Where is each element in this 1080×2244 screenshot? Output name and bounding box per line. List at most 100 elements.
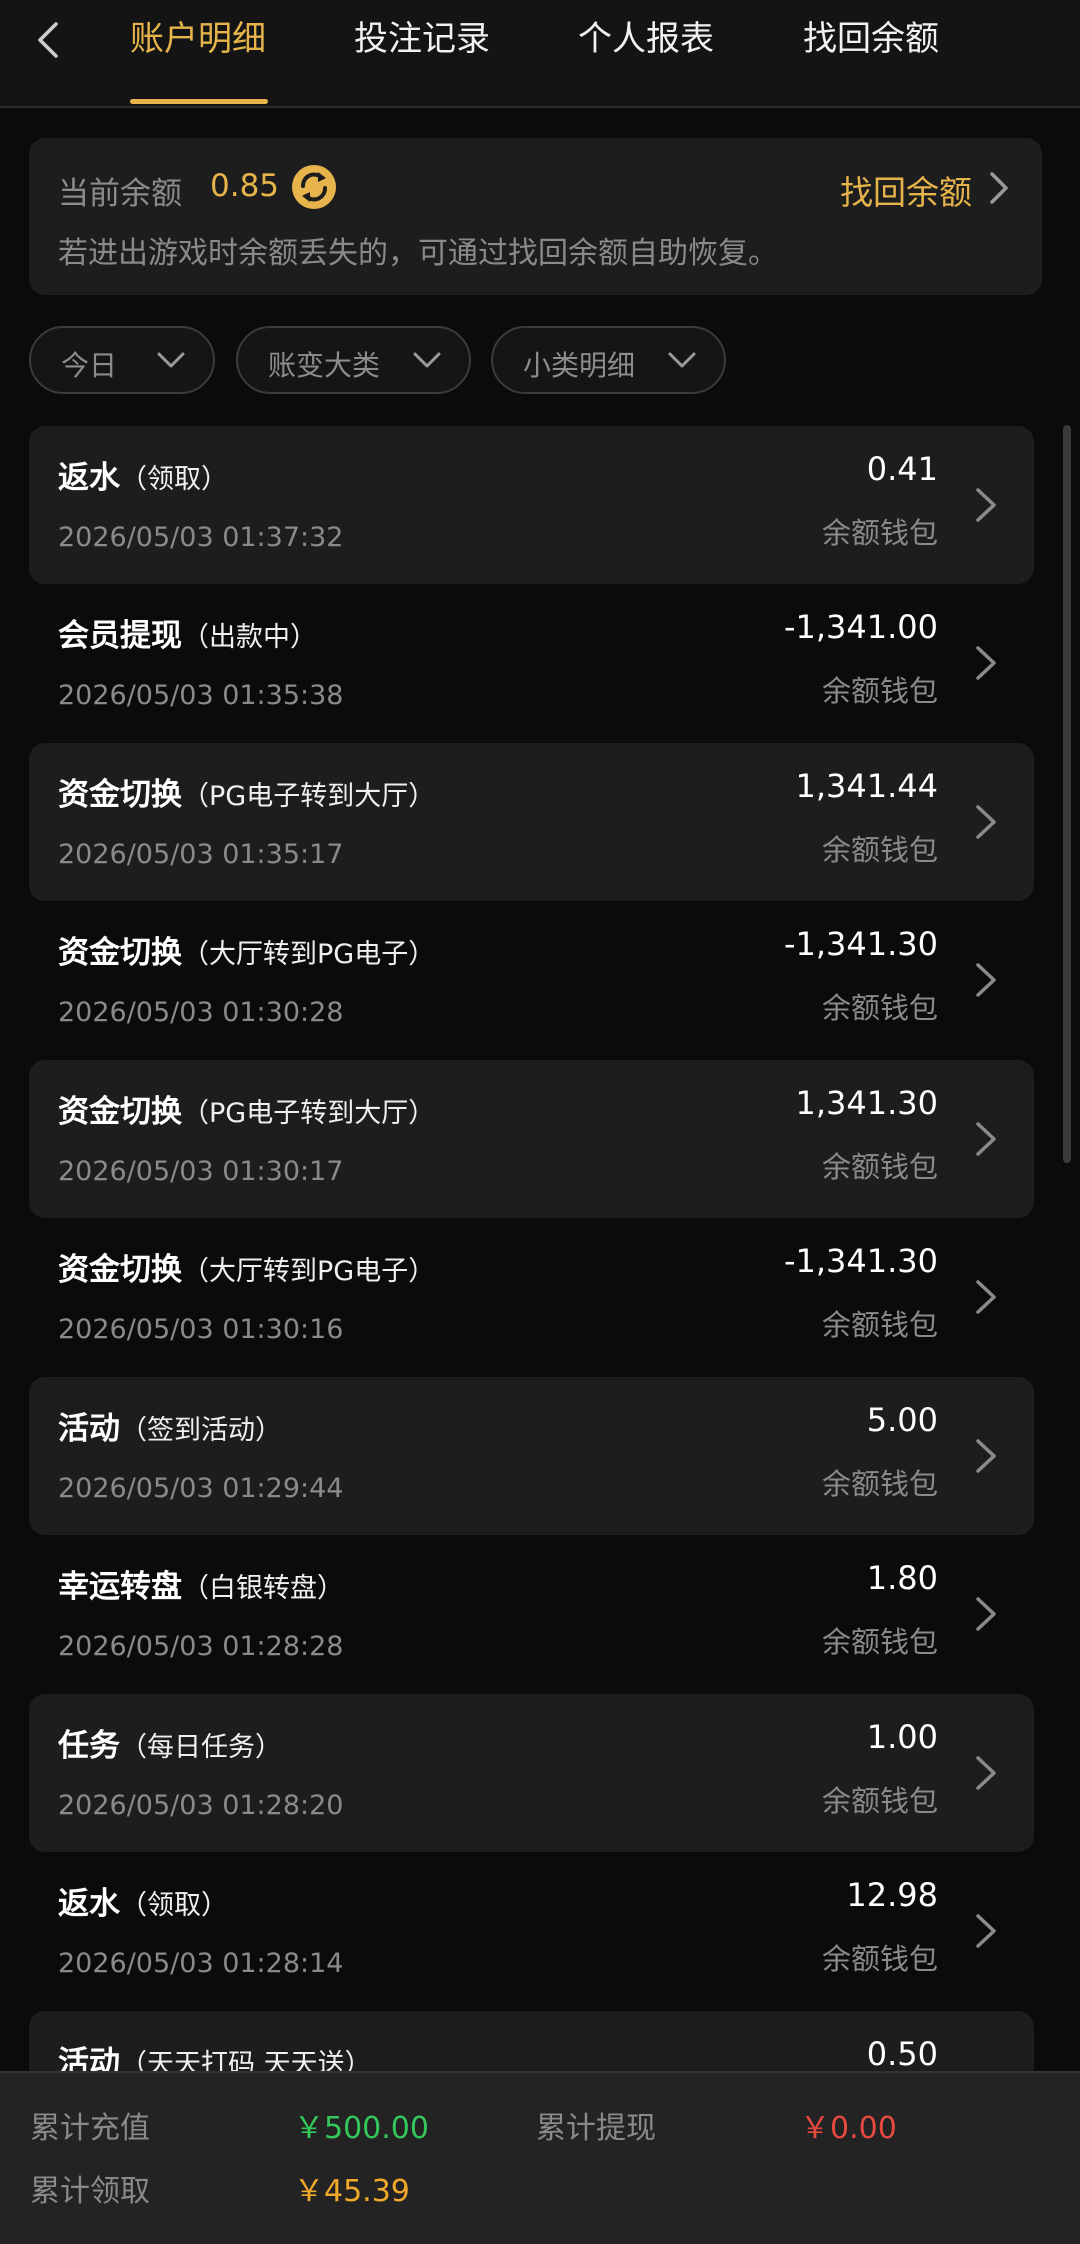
transaction-row[interactable]: 返水（领取） 2026/05/03 01:37:32 0.41 余额钱包 bbox=[29, 426, 1034, 584]
transaction-row[interactable]: 资金切换（大厅转到PG电子） 2026/05/03 01:30:16 -1,34… bbox=[29, 1218, 1034, 1376]
transaction-row[interactable]: 返水（领取） 2026/05/03 01:28:14 12.98 余额钱包 bbox=[29, 1852, 1034, 2010]
transaction-wallet: 余额钱包 bbox=[821, 1784, 938, 1818]
chevron-right-icon bbox=[976, 963, 996, 997]
transaction-amount: 0.50 bbox=[866, 2035, 938, 2071]
transaction-subtype: （大厅转到PG电子） bbox=[182, 1256, 436, 1287]
transaction-amount: -1,341.30 bbox=[783, 1242, 938, 1280]
transaction-amount: 0.41 bbox=[866, 450, 938, 488]
transaction-amount: -1,341.00 bbox=[783, 608, 938, 646]
chevron-right-icon bbox=[976, 1914, 996, 1948]
filter-date[interactable]: 今日 bbox=[29, 326, 215, 394]
transaction-row[interactable]: 活动（天天打码 天天送） 0.50 bbox=[29, 2011, 1034, 2071]
current-balance-value: 0.85 bbox=[210, 168, 280, 204]
transaction-type: 资金切换（大厅转到PG电子） bbox=[58, 935, 436, 971]
transaction-row[interactable]: 资金切换（PG电子转到大厅） 2026/05/03 01:30:17 1,341… bbox=[29, 1060, 1034, 1218]
transaction-subtype: （领取） bbox=[120, 1890, 228, 1921]
refresh-icon bbox=[292, 165, 336, 209]
total-claim-label: 累计领取 bbox=[30, 2174, 150, 2209]
transaction-row[interactable]: 活动（签到活动） 2026/05/03 01:29:44 5.00 余额钱包 bbox=[29, 1377, 1034, 1535]
transaction-wallet: 余额钱包 bbox=[821, 1467, 938, 1501]
list-scrollbar[interactable] bbox=[1063, 425, 1071, 1163]
tab-bet-records[interactable]: 投注记录 bbox=[354, 14, 490, 64]
chevron-right-icon bbox=[976, 488, 996, 522]
transaction-type: 资金切换（PG电子转到大厅） bbox=[58, 777, 436, 813]
transaction-row[interactable]: 资金切换（大厅转到PG电子） 2026/05/03 01:30:28 -1,34… bbox=[29, 901, 1034, 1059]
transaction-subtype: （大厅转到PG电子） bbox=[182, 939, 436, 970]
filter-main-category[interactable]: 账变大类 bbox=[236, 326, 471, 394]
transaction-amount: 1,341.30 bbox=[795, 1084, 939, 1122]
transaction-amount: 1,341.44 bbox=[795, 767, 939, 805]
total-withdraw-value: ￥0.00 bbox=[800, 2111, 897, 2146]
transaction-list[interactable]: 返水（领取） 2026/05/03 01:37:32 0.41 余额钱包 会员提… bbox=[0, 426, 1080, 2071]
top-tab-bar: 账户明细 投注记录 个人报表 找回余额 bbox=[0, 0, 1080, 108]
transaction-time: 2026/05/03 01:28:20 bbox=[58, 1790, 344, 1821]
transaction-type: 活动（签到活动） bbox=[58, 1411, 282, 1447]
transaction-time: 2026/05/03 01:29:44 bbox=[58, 1473, 344, 1504]
recover-balance-link[interactable]: 找回余额 bbox=[840, 166, 972, 214]
transaction-time: 2026/05/03 01:37:32 bbox=[58, 522, 344, 553]
transaction-subtype: （PG电子转到大厅） bbox=[182, 781, 436, 812]
chevron-down-icon bbox=[157, 352, 185, 368]
chevron-right-icon bbox=[976, 646, 996, 680]
filter-sub-category-label: 小类明细 bbox=[523, 349, 636, 382]
tab-account-details[interactable]: 账户明细 bbox=[130, 14, 266, 64]
transaction-wallet: 余额钱包 bbox=[821, 1150, 938, 1184]
chevron-right-icon bbox=[976, 1439, 996, 1473]
transaction-time: 2026/05/03 01:35:17 bbox=[58, 839, 344, 870]
chevron-right-icon bbox=[976, 1756, 996, 1790]
transaction-type: 活动（天天打码 天天送） bbox=[58, 2037, 372, 2071]
transaction-time: 2026/05/03 01:30:16 bbox=[58, 1314, 344, 1345]
transaction-row[interactable]: 会员提现（出款中） 2026/05/03 01:35:38 -1,341.00 … bbox=[29, 584, 1034, 742]
transaction-type: 资金切换（PG电子转到大厅） bbox=[58, 1094, 436, 1130]
chevron-right-icon bbox=[976, 805, 996, 839]
chevron-right-icon bbox=[976, 1280, 996, 1314]
transaction-amount: 12.98 bbox=[846, 1876, 938, 1914]
transaction-row[interactable]: 幸运转盘（白银转盘） 2026/05/03 01:28:28 1.80 余额钱包 bbox=[29, 1535, 1034, 1693]
tab-personal-report[interactable]: 个人报表 bbox=[578, 14, 714, 64]
transaction-type: 资金切换（大厅转到PG电子） bbox=[58, 1252, 436, 1288]
transaction-row[interactable]: 任务（每日任务） 2026/05/03 01:28:20 1.00 余额钱包 bbox=[29, 1694, 1034, 1852]
transaction-type: 任务（每日任务） bbox=[58, 1728, 282, 1764]
transaction-wallet: 余额钱包 bbox=[821, 1942, 938, 1976]
chevron-left-icon bbox=[38, 22, 58, 58]
total-claim-value: ￥45.39 bbox=[294, 2174, 410, 2209]
active-tab-indicator bbox=[130, 99, 268, 104]
chevron-down-icon bbox=[413, 352, 441, 368]
transaction-type: 会员提现（出款中） bbox=[58, 618, 317, 654]
total-recharge-label: 累计充值 bbox=[30, 2111, 150, 2146]
chevron-down-icon bbox=[668, 352, 696, 368]
tab-recover-balance[interactable]: 找回余额 bbox=[803, 14, 939, 64]
transaction-subtype: （签到活动） bbox=[120, 1415, 282, 1446]
current-balance-label: 当前余额 bbox=[58, 176, 182, 212]
transaction-time: 2026/05/03 01:30:17 bbox=[58, 1156, 344, 1187]
account-details-screen: 账户明细 投注记录 个人报表 找回余额 当前余额 0.85 找回余额 若进出游戏… bbox=[0, 0, 1080, 2244]
balance-card: 当前余额 0.85 找回余额 若进出游戏时余额丢失的，可通过找回余额自助恢复。 bbox=[29, 138, 1042, 295]
transaction-time: 2026/05/03 01:30:28 bbox=[58, 997, 344, 1028]
transaction-subtype: （每日任务） bbox=[120, 1732, 282, 1763]
back-button[interactable] bbox=[28, 18, 68, 62]
transaction-subtype: （天天打码 天天送） bbox=[120, 2049, 372, 2071]
transaction-subtype: （出款中） bbox=[182, 622, 317, 653]
transaction-wallet: 余额钱包 bbox=[821, 991, 938, 1025]
recover-balance-tip: 若进出游戏时余额丢失的，可通过找回余额自助恢复。 bbox=[58, 236, 778, 271]
transaction-wallet: 余额钱包 bbox=[821, 833, 938, 867]
transaction-wallet: 余额钱包 bbox=[821, 1625, 938, 1659]
transaction-type: 幸运转盘（白银转盘） bbox=[58, 1569, 344, 1605]
chevron-right-icon bbox=[976, 1597, 996, 1631]
chevron-right-icon[interactable] bbox=[984, 168, 1014, 208]
transaction-wallet: 余额钱包 bbox=[821, 516, 938, 550]
transaction-row[interactable]: 资金切换（PG电子转到大厅） 2026/05/03 01:35:17 1,341… bbox=[29, 743, 1034, 901]
transaction-time: 2026/05/03 01:28:28 bbox=[58, 1631, 344, 1662]
total-recharge-value: ￥500.00 bbox=[294, 2111, 429, 2146]
transaction-wallet: 余额钱包 bbox=[821, 674, 938, 708]
transaction-subtype: （白银转盘） bbox=[182, 1573, 344, 1604]
filter-sub-category[interactable]: 小类明细 bbox=[491, 326, 726, 394]
refresh-button[interactable] bbox=[291, 164, 337, 210]
chevron-right-icon bbox=[976, 1122, 996, 1156]
transaction-subtype: （PG电子转到大厅） bbox=[182, 1098, 436, 1129]
transaction-time: 2026/05/03 01:28:14 bbox=[58, 1948, 344, 1979]
transaction-amount: 5.00 bbox=[866, 1401, 938, 1439]
transaction-type: 返水（领取） bbox=[58, 460, 228, 496]
transaction-amount: 1.00 bbox=[866, 1718, 938, 1756]
transaction-wallet: 余额钱包 bbox=[821, 1308, 938, 1342]
